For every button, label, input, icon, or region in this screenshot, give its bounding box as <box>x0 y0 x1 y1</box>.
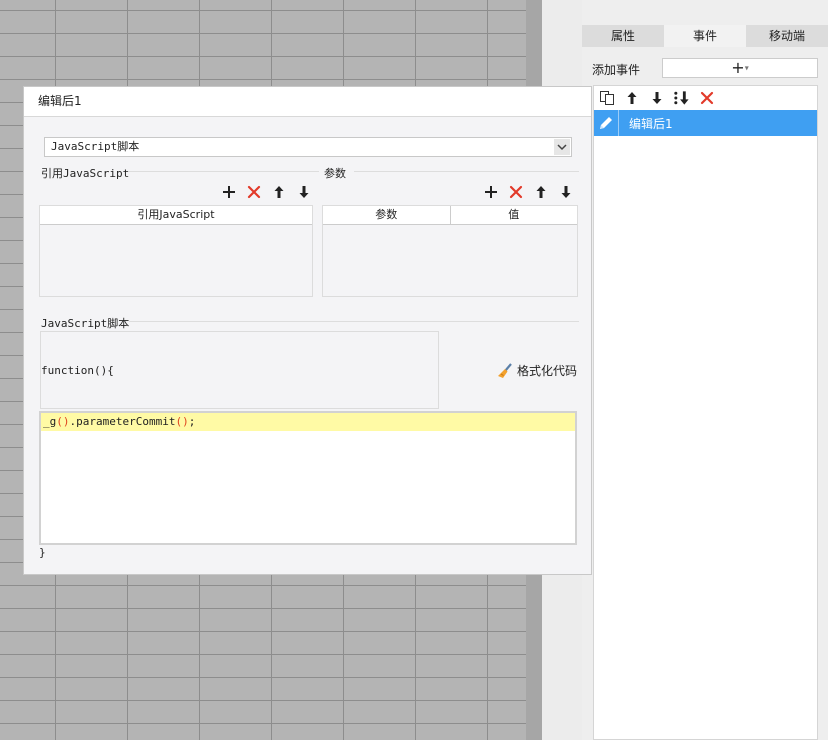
script-type-value: JavaScript脚本 <box>51 140 140 153</box>
delete-icon[interactable] <box>507 183 524 200</box>
column-header-param[interactable]: 参数 <box>323 206 450 224</box>
column-header-value[interactable]: 值 <box>449 206 578 224</box>
params-table-header: 参数 值 <box>323 206 577 225</box>
ref-js-section-divider <box>129 171 319 172</box>
code-editor[interactable]: _g().parameterCommit(); <box>39 411 577 545</box>
params-toolbar <box>482 183 574 200</box>
event-item-label: 编辑后1 <box>629 116 673 131</box>
chevron-down-icon[interactable] <box>554 139 570 155</box>
ref-js-toolbar <box>220 183 312 200</box>
ref-js-table: 引用JavaScript <box>39 205 313 297</box>
move-down-icon[interactable] <box>648 90 665 107</box>
code-line-1[interactable]: _g().parameterCommit(); <box>41 413 575 431</box>
add-event-label: 添加事件 <box>592 63 641 77</box>
delete-event-icon[interactable] <box>698 90 715 107</box>
format-code-button[interactable]: 格式化代码 <box>497 362 577 379</box>
right-properties-panel: 属性 事件 移动端 添加事件 +▾ 编辑后1 <box>582 0 828 740</box>
broom-icon <box>498 362 512 378</box>
add-icon[interactable] <box>482 183 499 200</box>
script-section-label: JavaScript脚本 <box>41 317 130 330</box>
event-list: 编辑后1 <box>593 85 818 740</box>
event-list-toolbar <box>594 86 817 110</box>
function-closing-brace: } <box>39 546 46 559</box>
params-section-divider <box>354 171 579 172</box>
plus-icon: + <box>731 58 745 77</box>
tab-events[interactable]: 事件 <box>664 25 746 47</box>
edit-pencil-icon <box>594 115 618 131</box>
params-table: 参数 值 <box>322 205 578 297</box>
move-up-icon[interactable] <box>270 183 287 200</box>
ref-js-table-header: 引用JavaScript <box>40 206 312 225</box>
params-section-label: 参数 <box>324 167 346 180</box>
dialog-title: 编辑后1 <box>24 87 591 117</box>
delete-icon[interactable] <box>245 183 262 200</box>
add-event-row: 添加事件 +▾ <box>592 58 818 80</box>
copy-icon[interactable] <box>598 90 615 107</box>
script-type-select[interactable]: JavaScript脚本 <box>44 137 572 157</box>
tab-properties[interactable]: 属性 <box>582 25 664 47</box>
event-editor-dialog: 编辑后1 JavaScript脚本 引用JavaScript 引用JavaScr… <box>23 86 592 575</box>
format-code-label: 格式化代码 <box>517 364 578 378</box>
dropdown-arrow-icon: ▾ <box>744 63 749 73</box>
function-header-text: function(){ <box>41 364 114 377</box>
move-down-icon[interactable] <box>557 183 574 200</box>
tab-mobile[interactable]: 移动端 <box>746 25 828 47</box>
add-event-button[interactable]: +▾ <box>662 58 818 78</box>
move-up-icon[interactable] <box>623 90 640 107</box>
function-header-box: function(){ <box>40 331 439 409</box>
script-section-divider <box>129 321 579 322</box>
event-item[interactable]: 编辑后1 <box>594 110 817 136</box>
move-up-icon[interactable] <box>532 183 549 200</box>
add-icon[interactable] <box>220 183 237 200</box>
ref-js-section-label: 引用JavaScript <box>41 167 130 180</box>
panel-tabs: 属性 事件 移动端 <box>582 25 828 47</box>
move-to-bottom-icon[interactable] <box>673 90 690 107</box>
move-down-icon[interactable] <box>295 183 312 200</box>
column-header-ref-js[interactable]: 引用JavaScript <box>40 206 312 224</box>
